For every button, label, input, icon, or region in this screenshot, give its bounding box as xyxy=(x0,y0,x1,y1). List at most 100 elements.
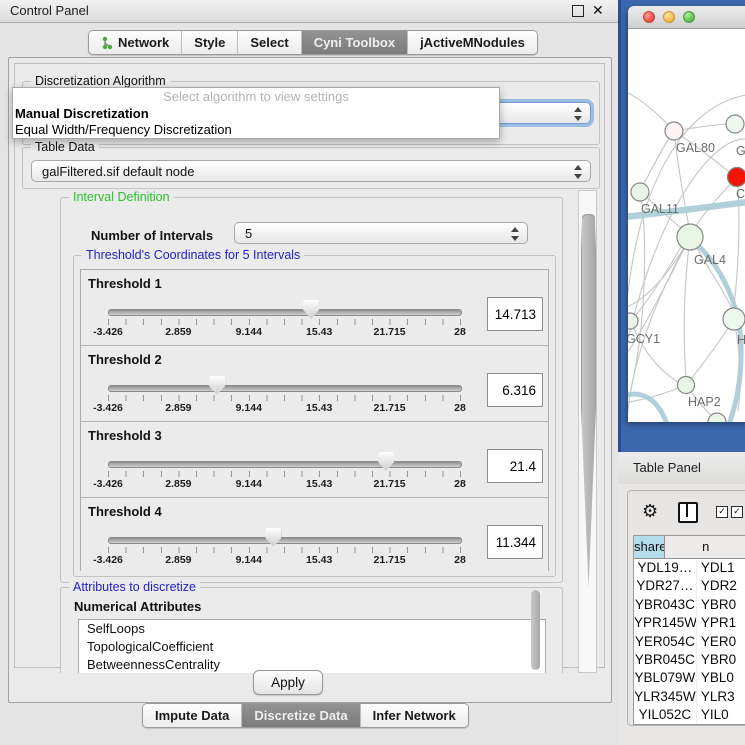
table-cell[interactable]: YER054C xyxy=(634,633,697,651)
tick-label: 21.715 xyxy=(374,554,406,566)
threshold-value-field[interactable]: 21.4 xyxy=(487,449,543,483)
network-edge[interactable] xyxy=(628,394,671,422)
tick-label: 21.715 xyxy=(374,402,406,414)
table-cell[interactable]: YPR145W xyxy=(634,614,697,632)
table-data-group: Table Data galFiltered.sif default node xyxy=(22,147,600,189)
slider-thumb[interactable] xyxy=(265,528,281,547)
table-cell[interactable]: YBL079W xyxy=(634,669,697,687)
attribute-list-item[interactable]: SelfLoops xyxy=(79,620,545,638)
table-cell[interactable]: YBR043C xyxy=(634,596,697,614)
table-cell[interactable]: YPR1 xyxy=(697,614,745,632)
table-cell[interactable]: YDL1 xyxy=(697,559,745,577)
column-header-shared-name[interactable]: shared… xyxy=(634,536,665,558)
slider-thumb[interactable] xyxy=(303,300,319,319)
column-split-icon[interactable] xyxy=(678,502,698,523)
tab-infer-network[interactable]: Infer Network xyxy=(360,704,468,727)
tab-style[interactable]: Style xyxy=(181,31,237,54)
table-row[interactable]: YLR345WYLR3 xyxy=(634,688,745,706)
network-node[interactable] xyxy=(677,224,703,250)
close-traffic-light-icon[interactable] xyxy=(643,11,655,23)
tab-select[interactable]: Select xyxy=(237,31,300,54)
num-intervals-label: Number of Intervals xyxy=(91,228,213,243)
table-row[interactable]: YBL079WYBL0 xyxy=(634,669,745,687)
table-row[interactable]: YIL052CYIL0 xyxy=(634,706,745,724)
menu-item-manual-discretization[interactable]: Manual Discretization xyxy=(13,106,499,122)
network-canvas[interactable]: GAL80GACGAL11GAL4GCY1HHAP2 xyxy=(628,29,745,422)
network-node[interactable] xyxy=(678,377,695,394)
table-cell[interactable]: YIL0 xyxy=(697,706,745,724)
table-cell[interactable]: YBR0 xyxy=(697,596,745,614)
network-edge[interactable] xyxy=(631,247,681,321)
table-cell[interactable]: YDR2 xyxy=(697,577,745,595)
close-icon[interactable]: ✕ xyxy=(592,2,604,19)
slider-thumb[interactable] xyxy=(378,452,394,471)
network-node-label: GCY1 xyxy=(628,332,660,346)
thresholds-group: Threshold's Coordinates for 5 Intervals … xyxy=(73,255,556,577)
slider-thumb[interactable] xyxy=(209,376,225,395)
gear-icon[interactable]: ⚙ xyxy=(642,500,658,522)
network-node[interactable] xyxy=(726,115,744,133)
algorithm-dropdown-popup: Select algorithm to view settings Manual… xyxy=(12,87,500,139)
apply-button[interactable]: Apply xyxy=(253,670,323,695)
slider-track[interactable] xyxy=(108,385,462,392)
attribute-list-item[interactable]: TopologicalCoefficient xyxy=(79,638,545,656)
tick-label: 15.43 xyxy=(306,478,332,490)
network-edge[interactable] xyxy=(684,237,690,377)
table-cell[interactable]: YDR27… xyxy=(634,577,697,595)
minimize-traffic-light-icon[interactable] xyxy=(663,11,675,23)
tab-network[interactable]: Network xyxy=(89,31,181,54)
network-node[interactable] xyxy=(628,313,638,329)
column-header-name[interactable]: n xyxy=(665,536,745,558)
tick-label: 15.43 xyxy=(306,402,332,414)
menu-item-equal-width-frequency[interactable]: Equal Width/Frequency Discretization xyxy=(13,122,499,138)
network-edge[interactable] xyxy=(642,131,674,187)
network-node[interactable] xyxy=(728,168,745,187)
threshold-value-field[interactable]: 11.344 xyxy=(487,525,543,559)
table-cell[interactable]: YLR345W xyxy=(634,688,697,706)
zoom-traffic-light-icon[interactable] xyxy=(683,11,695,23)
table-cell[interactable]: YBL0 xyxy=(697,669,745,687)
table-cell[interactable]: YBR045C xyxy=(634,651,697,669)
scrollbar-thumb[interactable] xyxy=(581,214,596,587)
checkbox-checked-icon[interactable]: ✓ xyxy=(731,506,743,518)
float-window-icon[interactable] xyxy=(572,5,584,17)
network-node[interactable] xyxy=(631,183,649,201)
slider-track[interactable] xyxy=(108,537,462,544)
table-cell[interactable]: YDL19… xyxy=(634,559,697,577)
tab-cyni-toolbox[interactable]: Cyni Toolbox xyxy=(301,31,407,54)
table-row[interactable]: YBR045CYBR0 xyxy=(634,651,745,669)
tab-impute-data[interactable]: Impute Data xyxy=(143,704,241,727)
table-data-group-label: Table Data xyxy=(31,140,99,154)
table-panel-title: Table Panel xyxy=(633,460,701,475)
threshold-value-field[interactable]: 14.713 xyxy=(487,297,543,331)
table-panel-body: ⚙ ✓ ✓ shared… n YDL19…YDL1YDR27…YDR2YBR0… xyxy=(618,484,745,745)
slider-tick-labels: -3.4262.8599.14415.4321.71528 xyxy=(108,478,460,490)
numerical-attributes-list[interactable]: SelfLoopsTopologicalCoefficientBetweenne… xyxy=(78,619,546,673)
table-row[interactable]: YPR145WYPR1 xyxy=(634,614,745,632)
tab-discretize-data[interactable]: Discretize Data xyxy=(241,704,359,727)
combo-arrows-icon xyxy=(511,227,519,241)
table-cell[interactable]: YLR3 xyxy=(697,688,745,706)
network-node[interactable] xyxy=(723,308,745,330)
attributes-list-scrollbar[interactable] xyxy=(531,590,540,670)
table-row[interactable]: YBR043CYBR0 xyxy=(634,596,745,614)
tab-jactivemnodules[interactable]: jActiveMNodules xyxy=(407,31,537,54)
interval-definition-label: Interval Definition xyxy=(69,190,174,204)
table-row[interactable]: YDL19…YDL1 xyxy=(634,559,745,577)
network-node[interactable] xyxy=(665,122,683,140)
table-row[interactable]: YDR27…YDR2 xyxy=(634,577,745,595)
network-node-label: H xyxy=(737,333,745,347)
checkbox-checked-icon[interactable]: ✓ xyxy=(716,506,728,518)
num-intervals-combobox[interactable]: 5 xyxy=(234,222,528,244)
table-cell[interactable]: YBR0 xyxy=(697,651,745,669)
algorithm-combobox-prompt[interactable]: Select algorithm to view settings xyxy=(13,88,499,106)
slider-track[interactable] xyxy=(108,309,462,316)
slider-track[interactable] xyxy=(108,461,462,468)
settings-vertical-scrollbar[interactable] xyxy=(578,190,597,673)
threshold-value-field[interactable]: 6.316 xyxy=(487,373,543,407)
table-row[interactable]: YER054CYER0 xyxy=(634,633,745,651)
table-cell[interactable]: YER0 xyxy=(697,633,745,651)
table-data-combobox[interactable]: galFiltered.sif default node xyxy=(31,160,591,182)
tab-network-label: Network xyxy=(118,35,169,50)
table-cell[interactable]: YIL052C xyxy=(634,706,697,724)
